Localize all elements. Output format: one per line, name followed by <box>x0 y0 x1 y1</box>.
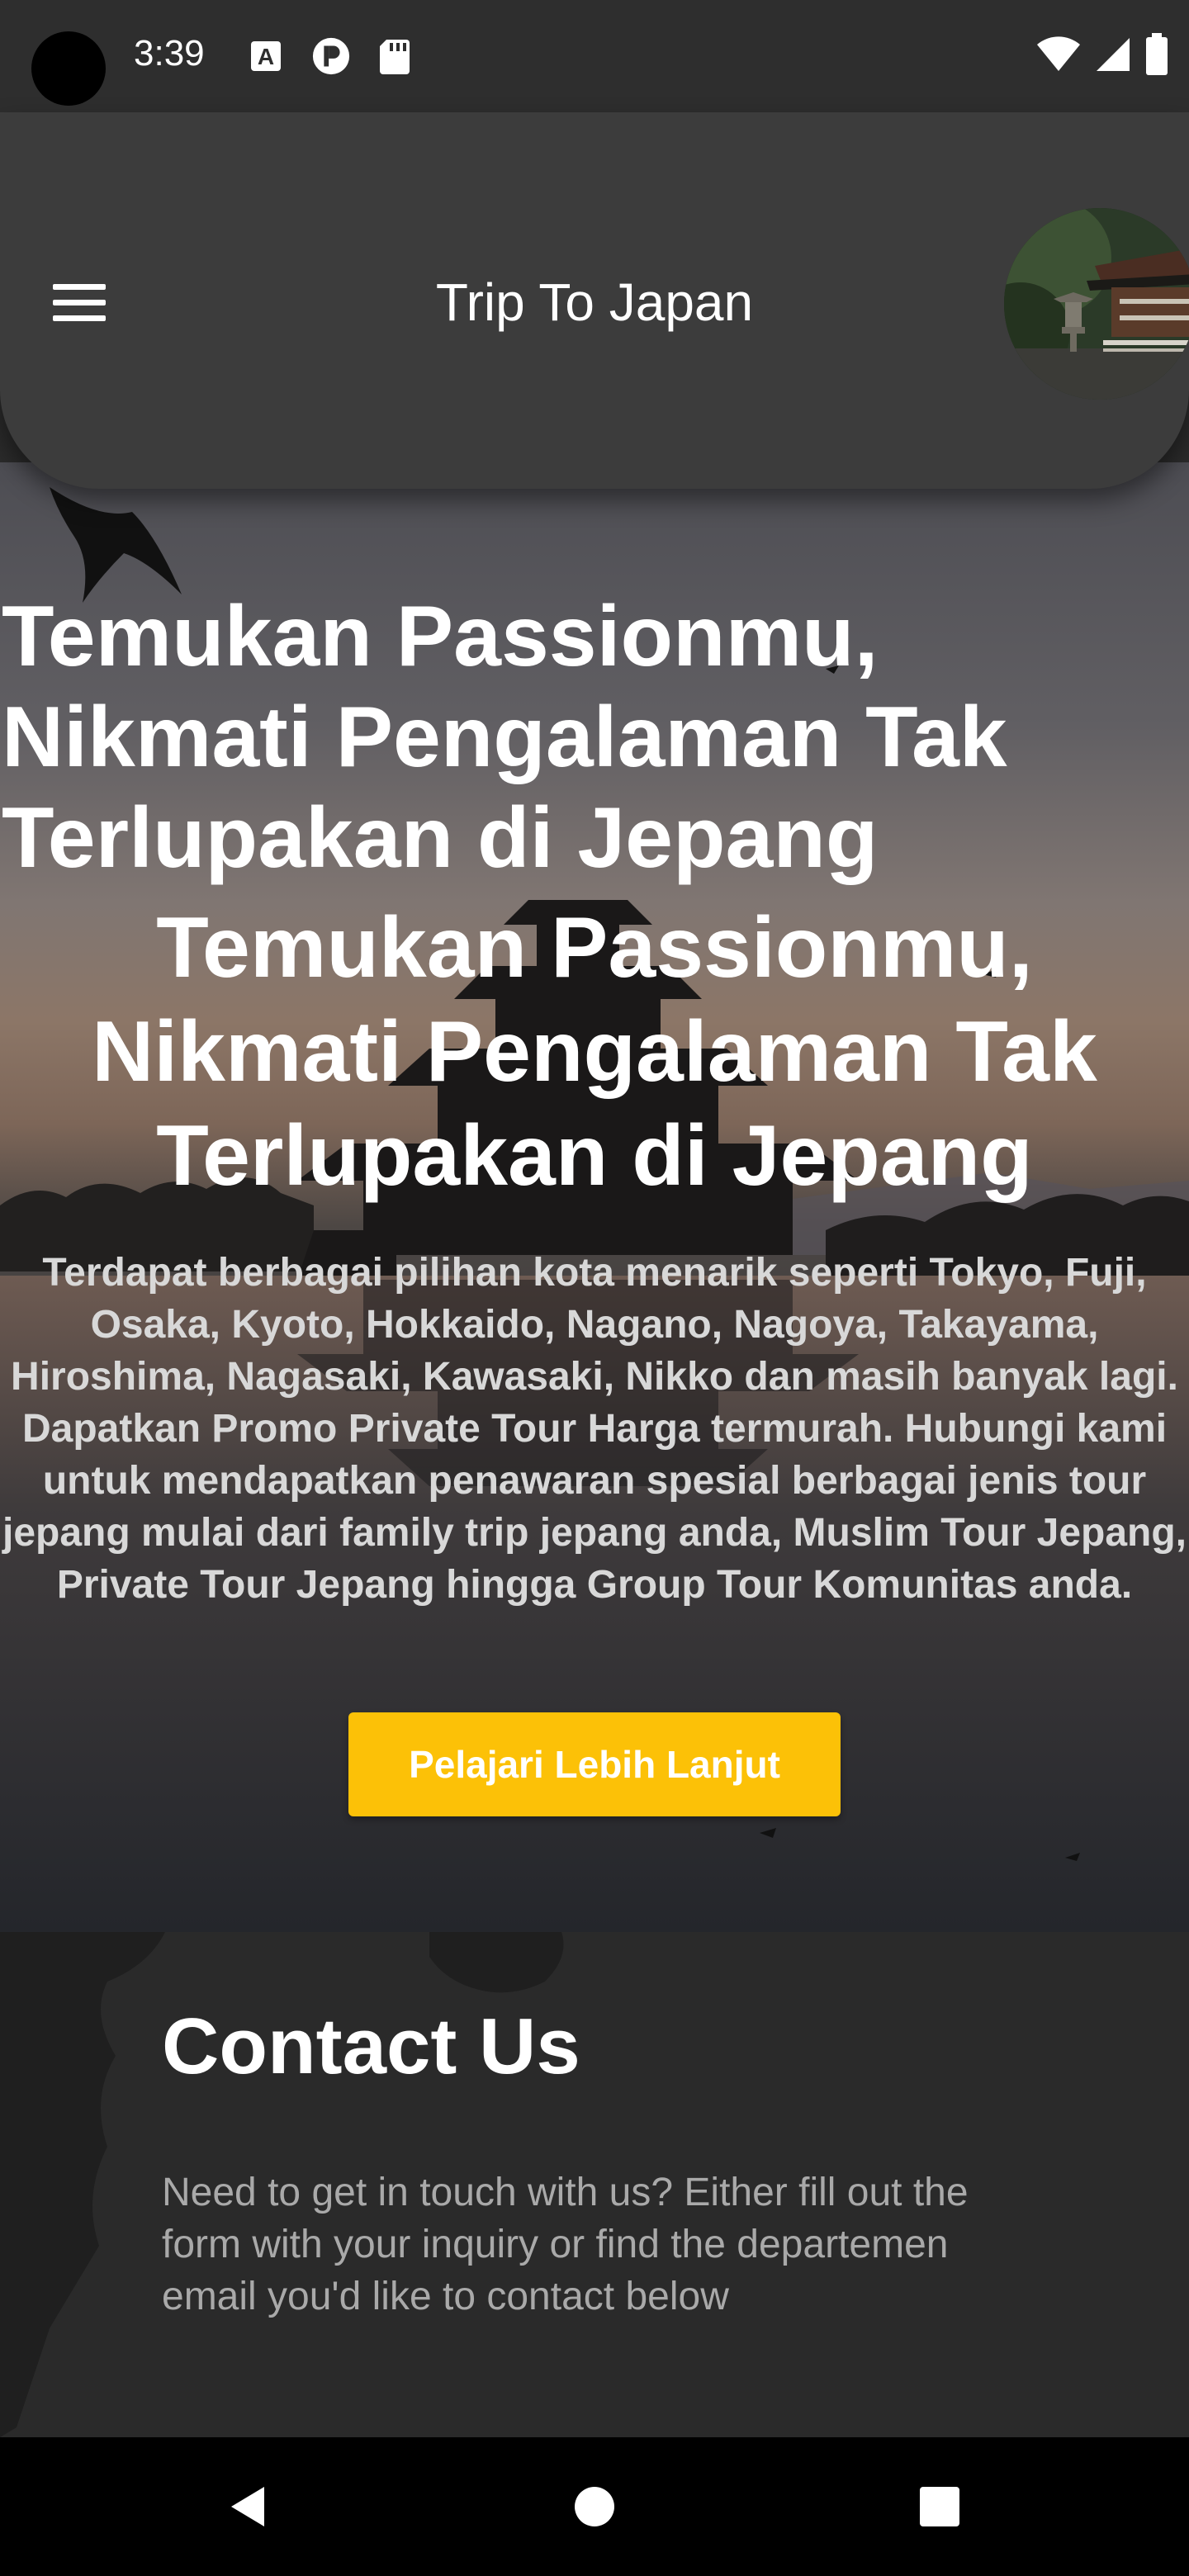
hero-heading: Temukan Passionmu, Nikmati Pengalaman Ta… <box>2 589 1007 886</box>
avatar[interactable] <box>1004 208 1189 400</box>
hero-section: Temukan Passionmu, Nikmati Pengalaman Ta… <box>0 462 1189 1932</box>
status-bar: 3:39 A <box>0 0 1189 112</box>
app-bar: Trip To Japan <box>0 112 1189 489</box>
a-badge-icon: A <box>251 41 281 71</box>
signal-icon <box>1097 38 1130 71</box>
back-button[interactable] <box>216 2474 282 2540</box>
contact-title: Contact Us <box>162 2002 580 2091</box>
contact-section: Contact Us Need to get in touch with us?… <box>0 1932 1189 2437</box>
japanese-garden-avatar <box>1004 208 1189 400</box>
recents-button[interactable] <box>907 2474 973 2540</box>
hero-description: Terdapat berbagai pilihan kota menarik s… <box>2 1251 1187 1607</box>
battery-icon <box>1146 33 1168 75</box>
status-time: 3:39 <box>134 33 205 73</box>
p-badge-icon <box>312 37 350 75</box>
back-triangle-icon <box>231 2487 264 2526</box>
svg-text:A: A <box>258 44 274 69</box>
home-button[interactable] <box>561 2474 628 2540</box>
home-circle-icon <box>575 2487 614 2526</box>
system-navigation-bar <box>0 2437 1189 2576</box>
status-right-icons <box>1035 33 1169 76</box>
learn-more-button[interactable]: Pelajari Lebih Lanjut <box>348 1712 841 1816</box>
recents-square-icon <box>920 2487 959 2526</box>
contact-description: Need to get in touch with us? Either fil… <box>162 2171 969 2318</box>
hero-heading-centered: Temukan Passionmu, Nikmati Pengalaman Ta… <box>92 900 1097 1204</box>
camera-cutout <box>31 31 106 106</box>
sd-card-icon <box>380 40 410 74</box>
wifi-icon <box>1037 36 1080 71</box>
